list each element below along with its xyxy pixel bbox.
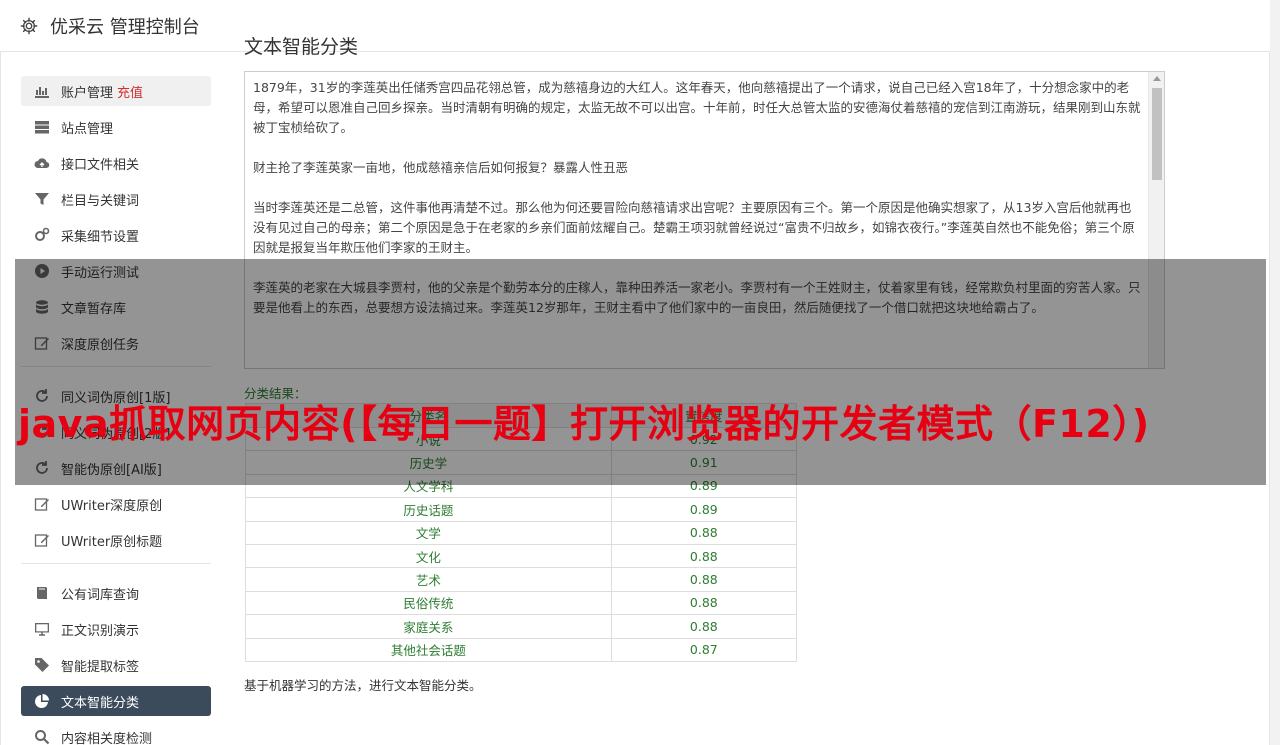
sidebar-item-label: 智能提取标签 [61,659,140,675]
refresh-icon [33,460,51,476]
textarea-scrollbar[interactable] [1148,72,1164,368]
recharge-link[interactable]: 充值 [117,82,143,101]
sidebar-item-label: 接口文件相关 [61,157,140,173]
table-row: 文学 0.88 [245,520,798,545]
sidebar-item-label: 内容相关度检测 [61,731,153,745]
category-cell: 文化 [245,543,612,569]
scroll-thumb[interactable] [1152,88,1162,180]
sidebar-item-label: 采集细节设置 [61,229,140,245]
sidebar-item-label: 手动运行测试 [61,265,140,281]
category-cell: 人文学科 [245,473,612,499]
sidebar-item-label: 正文识别演示 [61,623,140,639]
sidebar-item-label: 站点管理 [61,121,114,137]
server-icon [33,119,51,135]
sidebar-item-label: 智能伪原创[AI版] [61,462,162,478]
sidebar-item-body-recognition[interactable]: 正文识别演示 [21,614,211,644]
confidence-cell: 0.88 [610,543,798,569]
confidence-cell: 0.88 [610,567,798,592]
confidence-cell: 0.89 [610,473,798,499]
confidence-cell: 0.87 [610,637,798,662]
cloud-upload-icon [33,155,51,171]
sidebar-divider [21,563,211,564]
gears-icon [33,227,51,243]
table-row: 艺术 0.88 [245,567,798,592]
sidebar-item-label: UWriter深度原创 [61,498,163,514]
pie-chart-icon [33,693,51,709]
article-paragraph: 财主抢了李莲英家一亩地，他成慈禧亲信后如何报复？暴露人性丑恶 [253,160,629,175]
sidebar-item-uwriter-deep[interactable]: UWriter深度原创 [21,489,211,519]
console-title: 优采云 管理控制台 [50,16,200,38]
table-row: 人文学科 0.89 [245,473,798,499]
monitor-icon [33,621,51,637]
category-cell: 民俗传统 [245,590,612,616]
sidebar-item-public-lexicon[interactable]: 公有词库查询 [21,578,211,608]
scroll-up-arrow-icon[interactable] [1153,76,1161,81]
category-cell: 家庭关系 [245,614,612,639]
sidebar-item-columns-keywords[interactable]: 栏目与关键词 [21,184,211,214]
edit-icon [33,496,51,512]
sidebar-item-label: 深度原创任务 [61,337,140,353]
table-row: 家庭关系 0.88 [245,614,798,639]
edit-icon [33,335,51,351]
sidebar-item-manual-run[interactable]: 手动运行测试 [21,256,211,286]
page-title: 文本智能分类 [244,36,359,58]
sidebar-item-deep-original[interactable]: 深度原创任务 [21,328,211,358]
filter-icon [33,191,51,207]
sidebar-item-collect-settings[interactable]: 采集细节设置 [21,220,211,250]
article-paragraph: 1879年，31岁的李莲英出任储秀宫四品花翎总管，成为慈禧身边的大红人。这年春天… [253,80,1141,135]
category-cell: 文学 [245,520,612,545]
sidebar-item-article-store[interactable]: 文章暂存库 [21,292,211,322]
confidence-cell: 0.88 [610,590,798,616]
category-cell: 历史学 [245,450,612,475]
category-cell: 其他社会话题 [245,637,612,662]
sidebar-item-label: UWriter原创标题 [61,534,163,550]
tag-icon [33,657,51,673]
footer-note: 基于机器学习的方法，进行文本智能分类。 [244,678,482,693]
page-scrollbar[interactable] [1270,0,1280,745]
confidence-cell: 0.91 [610,450,798,475]
table-row: 其他社会话题 0.87 [245,637,798,662]
sidebar-item-ai-rewrite[interactable]: 智能伪原创[AI版] [21,453,211,483]
confidence-cell: 0.89 [610,497,798,522]
article-textarea[interactable]: 1879年，31岁的李莲英出任储秀宫四品花翎总管，成为慈禧身边的大红人。这年春天… [244,71,1165,369]
table-row: 文化 0.88 [245,543,798,569]
confidence-cell: 0.88 [610,614,798,639]
sidebar-item-relevance-check[interactable]: 内容相关度检测 [21,722,211,745]
article-paragraph: 李莲英的老家在大城县李贾村，他的父亲是个勤劳本分的庄稼人，靠种田养活一家老小。李… [253,280,1141,315]
database-icon [33,299,51,315]
table-row: 历史话题 0.89 [245,497,798,522]
sidebar-item-label: 文本智能分类 [61,695,140,711]
app-header: 优采云 管理控制台 [0,0,1270,52]
table-row: 历史学 0.91 [245,450,798,475]
sidebar-item-label: 账户管理 [61,85,114,101]
edit-icon [33,532,51,548]
overlay-title: java抓取网页内容(【每日一题】打开浏览器的开发者模式（F12）) [18,402,1150,446]
sidebar-item-label: 文章暂存库 [61,301,127,317]
sidebar-item-account[interactable]: 账户管理 充值 [21,76,211,106]
book-icon [33,585,51,601]
bar-chart-icon [33,83,51,99]
sidebar-item-tag-extraction[interactable]: 智能提取标签 [21,650,211,680]
sidebar-divider [21,366,211,367]
article-paragraph: 当时李莲英还是二总管，这件事他再清楚不过。那么他为何还要冒险向慈禧请求出宫呢？主… [253,200,1135,255]
sidebar-item-api-files[interactable]: 接口文件相关 [21,148,211,178]
category-cell: 艺术 [245,567,612,592]
confidence-cell: 0.88 [610,520,798,545]
gear-icon [20,16,40,36]
sidebar-item-sites[interactable]: 站点管理 [21,112,211,142]
sidebar-item-text-classify[interactable]: 文本智能分类 [21,686,211,716]
sidebar-item-uwriter-title[interactable]: UWriter原创标题 [21,525,211,555]
play-circle-icon [33,263,51,279]
sidebar-item-label: 公有词库查询 [61,587,140,603]
article-text: 1879年，31岁的李莲英出任储秀宫四品花翎总管，成为慈禧身边的大红人。这年春天… [245,72,1149,368]
sidebar-item-label: 栏目与关键词 [61,193,140,209]
table-row: 民俗传统 0.88 [245,590,798,616]
category-cell: 历史话题 [245,497,612,522]
search-icon [33,729,51,745]
